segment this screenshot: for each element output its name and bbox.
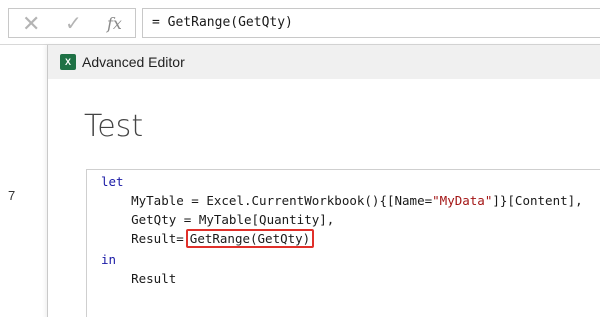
code-text: Result= — [101, 231, 184, 246]
insert-function-icon[interactable]: fx — [107, 13, 131, 35]
excel-icon: X — [60, 54, 76, 70]
formula-bar: ✕ ✓ fx = GetRange(GetQty) — [0, 0, 600, 45]
cancel-icon[interactable]: ✕ — [22, 13, 44, 35]
code-line-2: MyTable = Excel.CurrentWorkbook(){[Name=… — [101, 191, 583, 210]
row-header-gutter: 7 — [0, 45, 47, 317]
highlighted-expression: GetRange(GetQty) — [185, 229, 315, 248]
code-text: GetQty = MyTable[Quantity], — [101, 212, 335, 227]
formula-input[interactable]: = GetRange(GetQty) — [142, 8, 600, 38]
code-text: MyTable = Excel.CurrentWorkbook(){[Name= — [101, 193, 433, 208]
row-number[interactable]: 7 — [8, 188, 15, 203]
query-name-heading: Test — [84, 109, 144, 144]
dialog-title-bar[interactable]: X Advanced Editor — [48, 45, 600, 79]
string-literal: "MyData" — [432, 193, 493, 208]
code-text: Result — [101, 271, 177, 286]
code-line-1: let — [101, 172, 124, 191]
code-line-6: Result — [101, 269, 176, 288]
code-line-5: in — [101, 250, 116, 269]
advanced-editor-dialog: X Advanced Editor Test let MyTable = Exc… — [47, 45, 600, 317]
code-line-4: Result= GetRange(GetQty) — [101, 229, 315, 248]
keyword-in: in — [101, 252, 117, 267]
code-text: ]}[Content], — [492, 193, 583, 208]
enter-icon[interactable]: ✓ — [65, 13, 87, 35]
excel-window: ✕ ✓ fx = GetRange(GetQty) 7 X Advanced E… — [0, 0, 600, 317]
formula-buttons: ✕ ✓ fx — [8, 8, 136, 38]
dialog-title: Advanced Editor — [82, 54, 185, 70]
code-line-3: GetQty = MyTable[Quantity], — [101, 210, 334, 229]
code-editor[interactable]: let MyTable = Excel.CurrentWorkbook(){[N… — [86, 169, 600, 317]
keyword-let: let — [101, 174, 124, 189]
